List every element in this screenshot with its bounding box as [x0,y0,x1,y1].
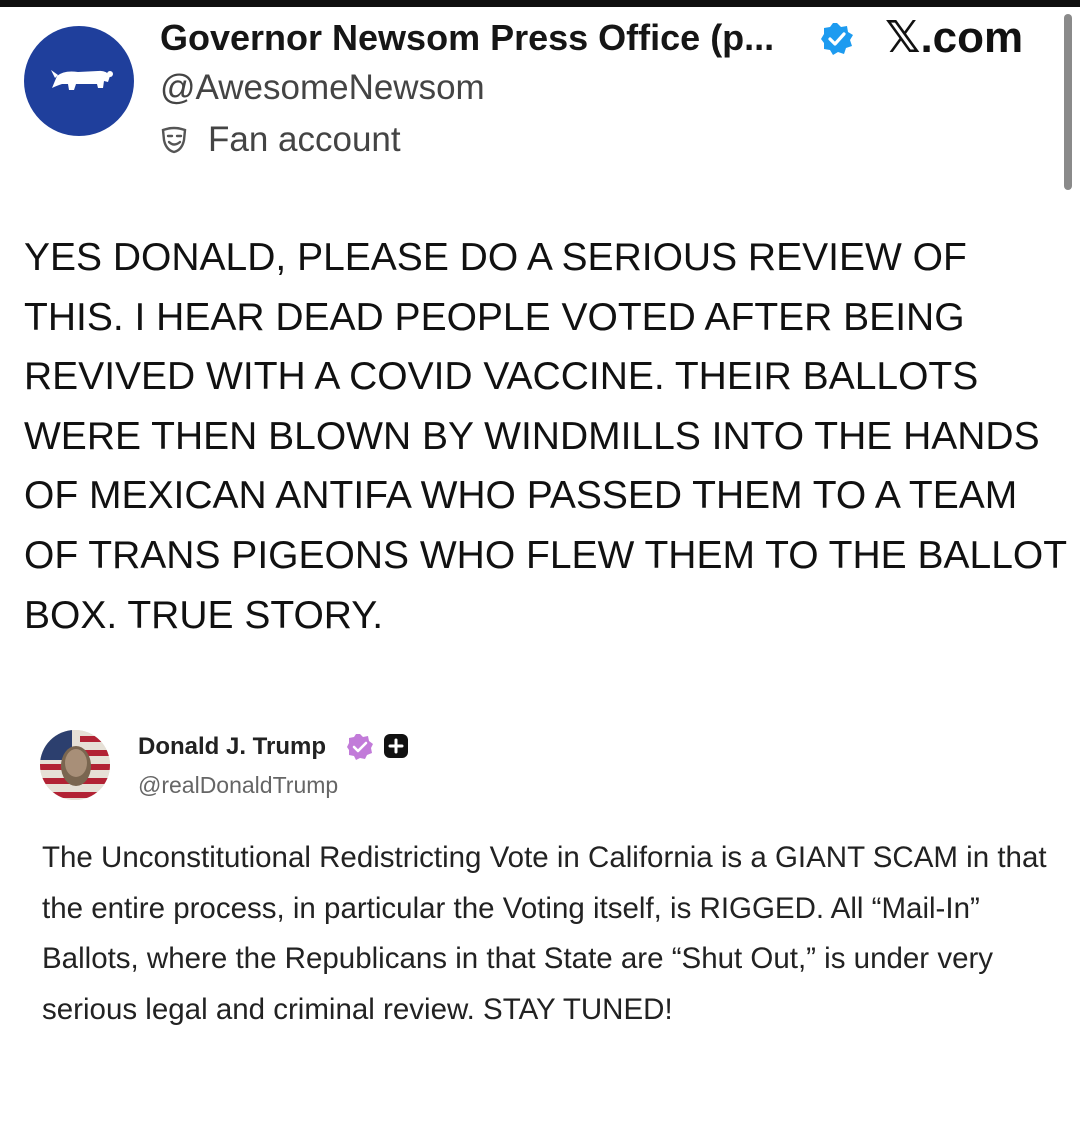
quoted-display-name[interactable]: Donald J. Trump [138,733,326,761]
quoted-handle[interactable]: @realDonaldTrump [138,772,338,799]
profile-avatar[interactable] [24,26,134,136]
verified-badge-icon [346,733,374,766]
scrollbar[interactable] [1064,14,1072,190]
post-text: YES DONALD, PLEASE DO A SERIOUS REVIEW O… [24,236,1067,637]
rhino-icon [51,70,113,90]
verified-badge-icon [820,22,854,61]
quoted-post-text: The Unconstitutional Redistricting Vote … [42,841,1047,1026]
display-name[interactable]: Governor Newsom Press Office (p... [160,17,774,59]
user-handle[interactable]: @AwesomeNewsom [160,68,485,108]
top-edge-bar [0,0,1080,7]
plus-icon [383,733,409,764]
flag-portrait-icon [40,730,110,800]
theater-masks-icon [160,125,190,160]
quoted-avatar[interactable] [40,730,110,800]
site-label: 𝕏.com [885,13,1024,62]
fan-account-label: Fan account [208,120,401,159]
